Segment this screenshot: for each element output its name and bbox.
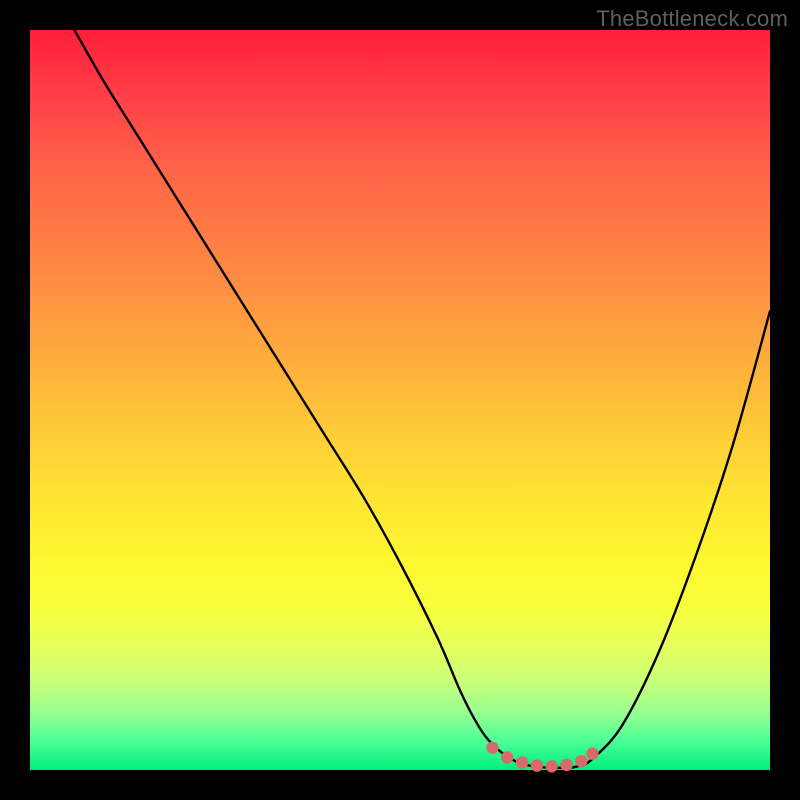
watermark-text: TheBottleneck.com <box>596 6 788 32</box>
curve-marker <box>486 742 498 754</box>
curve-svg <box>30 30 770 770</box>
markers-group <box>486 742 598 773</box>
curve-marker <box>575 755 587 767</box>
curve-marker <box>531 759 543 771</box>
curve-marker <box>560 759 572 771</box>
curve-marker <box>501 751 513 763</box>
bottleneck-curve <box>74 30 770 768</box>
curve-marker <box>516 756 528 768</box>
plot-area <box>30 30 770 770</box>
curve-marker <box>586 748 598 760</box>
curve-marker <box>546 760 558 772</box>
chart-frame: TheBottleneck.com <box>0 0 800 800</box>
